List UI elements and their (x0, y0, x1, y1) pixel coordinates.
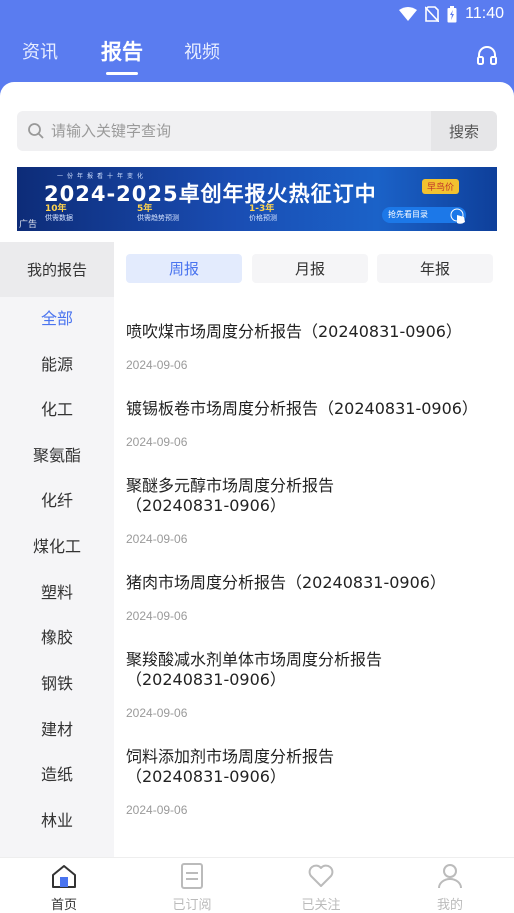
category-chemical[interactable]: 化工 (0, 395, 114, 425)
nav-following[interactable]: 已关注 (257, 858, 385, 913)
report-item[interactable]: 镀锡板卷市场周度分析报告（20240831-0906） 2024-09-06 (126, 399, 498, 449)
report-title-line2: （20240831-0906） (126, 670, 286, 689)
report-title: 猪肉市场周度分析报告（20240831-0906） (126, 573, 446, 592)
tab-reports[interactable]: 报告 (101, 36, 143, 66)
pointing-hand-icon (450, 208, 465, 224)
report-date: 2024-09-06 (126, 803, 188, 817)
nav-subscribed[interactable]: 已订阅 (128, 858, 256, 913)
nav-home[interactable]: 首页 (0, 858, 128, 913)
tab-weekly[interactable]: 周报 (126, 254, 242, 283)
nav-home-label: 首页 (50, 898, 77, 913)
category-forestry[interactable]: 林业 (0, 806, 114, 836)
battery-icon (447, 5, 457, 22)
category-steel[interactable]: 钢铁 (0, 669, 114, 699)
category-coal-chemical[interactable]: 煤化工 (0, 532, 114, 562)
report-item[interactable]: 猪肉市场周度分析报告（20240831-0906） 2024-09-06 (126, 573, 498, 623)
tab-yearly[interactable]: 年报 (377, 254, 493, 283)
heart-icon (308, 864, 334, 887)
banner-tag: 早鸟价 (422, 179, 460, 194)
report-date: 2024-09-06 (126, 609, 188, 623)
tab-news[interactable]: 资讯 (22, 38, 58, 64)
nav-following-label: 已关注 (301, 898, 341, 913)
promo-banner[interactable]: 一份年报看十年变化 2024-2025卓创年报火热征订中 早鸟价 10年 供需数据… (17, 167, 497, 231)
category-plastics[interactable]: 塑料 (0, 578, 114, 608)
category-chemical-fiber[interactable]: 化纤 (0, 486, 114, 516)
category-sidebar: 我的报告 全部 能源 化工 聚氨酯 化纤 煤化工 塑料 橡胶 钢铁 建材 造纸 … (0, 242, 114, 857)
tab-videos[interactable]: 视频 (184, 38, 220, 64)
nav-mine[interactable]: 我的 (386, 858, 514, 913)
search-bar: 搜索 (17, 111, 497, 151)
wifi-icon (399, 7, 418, 21)
category-building-materials[interactable]: 建材 (0, 715, 114, 745)
report-item[interactable]: 饲料添加剂市场周度分析报告 （20240831-0906） 2024-09-06 (126, 747, 498, 817)
report-title: 镀锡板卷市场周度分析报告（20240831-0906） (126, 399, 478, 418)
report-title: 饲料添加剂市场周度分析报告 (126, 747, 335, 766)
report-title-line2: （20240831-0906） (126, 496, 286, 515)
home-icon (52, 865, 76, 888)
report-title: 聚醚多元醇市场周度分析报告 (126, 476, 335, 495)
ad-label: 广告 (19, 220, 38, 230)
report-item[interactable]: 聚羧酸减水剂单体市场周度分析报告 （20240831-0906） 2024-09… (126, 650, 498, 720)
status-bar: 11:40 (0, 0, 514, 30)
banner-stat: 5年 供需趋势预测 (137, 204, 179, 223)
category-all[interactable]: 全部 (0, 304, 114, 334)
report-date: 2024-09-06 (126, 358, 188, 372)
no-sim-icon (425, 6, 440, 22)
search-input[interactable] (51, 111, 431, 151)
report-date: 2024-09-06 (126, 706, 188, 720)
banner-title: 2024-2025卓创年报火热征订中 (44, 182, 377, 206)
banner-stat: 10年 供需数据 (45, 204, 73, 223)
category-polyurethane[interactable]: 聚氨酯 (0, 441, 114, 471)
category-rubber[interactable]: 橡胶 (0, 623, 114, 653)
report-date: 2024-09-06 (126, 435, 188, 449)
banner-stat: 1-3年 价格预测 (249, 204, 277, 223)
nav-subscribed-label: 已订阅 (172, 898, 212, 913)
user-icon (438, 864, 462, 889)
subscribed-icon (181, 863, 203, 889)
report-title: 聚羧酸减水剂单体市场周度分析报告 (126, 650, 383, 669)
report-item[interactable]: 聚醚多元醇市场周度分析报告 （20240831-0906） 2024-09-06 (126, 476, 498, 546)
search-button[interactable]: 搜索 (431, 111, 497, 151)
category-paper[interactable]: 造纸 (0, 760, 114, 790)
bottom-navigation: 首页 已订阅 已关注 我的 (0, 857, 514, 913)
tab-monthly[interactable]: 月报 (252, 254, 368, 283)
my-reports-header[interactable]: 我的报告 (0, 242, 114, 297)
search-icon (28, 123, 44, 139)
report-item[interactable]: 喷吹煤市场周度分析报告（20240831-0906） 2024-09-06 (126, 322, 498, 372)
report-date: 2024-09-06 (126, 532, 188, 546)
report-title-line2: （20240831-0906） (126, 767, 286, 786)
category-energy[interactable]: 能源 (0, 350, 114, 380)
active-tab-indicator (106, 72, 138, 75)
nav-mine-label: 我的 (436, 898, 463, 913)
status-time: 11:40 (465, 5, 504, 22)
headphone-icon[interactable] (476, 44, 498, 66)
report-title: 喷吹煤市场周度分析报告（20240831-0906） (126, 322, 462, 341)
